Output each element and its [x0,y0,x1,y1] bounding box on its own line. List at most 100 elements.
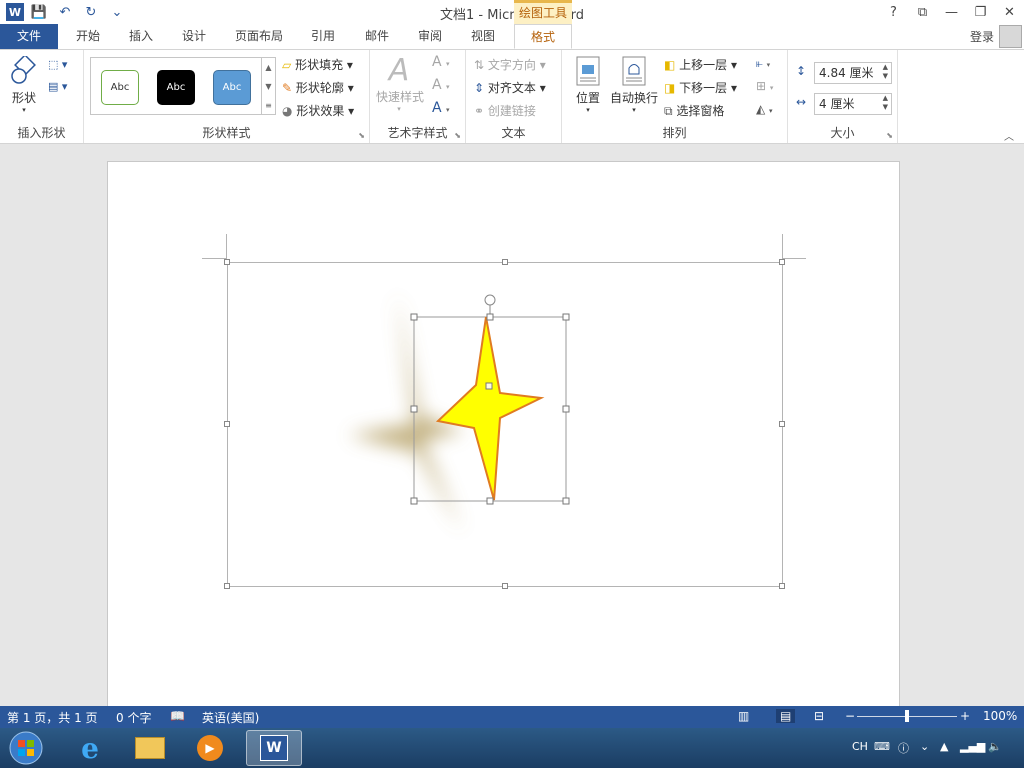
network-icon[interactable]: ▂▄▆ [960,740,985,753]
shape-handle[interactable] [410,313,418,321]
shape-width-input[interactable]: 4 厘米 ▲ ▼ [814,93,892,115]
zoom-level[interactable]: 100% [983,709,1017,723]
position-label: 位置 [575,91,600,105]
page-count[interactable]: 第 1 页，共 1 页 [7,709,98,726]
group-size: ↕ 4.84 厘米 ▲ ▼ ↔ 4 厘米 ▲ ▼ 大小 ⬊ [788,50,898,143]
tab-view[interactable]: 视图 [458,24,508,49]
zoom-out-icon[interactable]: − [845,709,855,723]
dialog-launcher-icon[interactable]: ⬊ [358,131,365,140]
show-hidden-icons-icon[interactable]: ▲ [940,740,948,753]
size-launcher-icon[interactable]: ⬊ [886,131,893,140]
wordart-launcher-icon[interactable]: ⬊ [454,131,461,140]
height-spinner-icon[interactable]: ▲ ▼ [883,63,888,81]
shape-height-icon: ↕ [796,64,807,78]
ribbon-display-options-button[interactable]: ⧉ [908,0,937,24]
style-black[interactable]: Abc [157,70,195,105]
adjustment-handle[interactable] [485,382,493,390]
tab-mailings[interactable]: 邮件 [352,24,402,49]
web-layout-icon[interactable]: ⊟ [814,709,824,723]
ime-indicator[interactable]: CH [852,740,868,753]
avatar[interactable] [999,25,1022,48]
tab-home[interactable]: 开始 [62,24,114,49]
create-link-button[interactable]: ⚭ 创建链接 [474,102,536,119]
align-icon[interactable]: ⫦ ▾ [756,56,770,71]
shape-height-value: 4.84 厘米 [819,66,874,80]
shape-handle[interactable] [562,313,570,321]
shape-handle[interactable] [486,313,494,321]
bring-forward-label: 上移一层 [679,58,728,72]
position-button[interactable]: 位置 ▾ [570,56,606,114]
ime-options-icon[interactable]: ⌄ [920,740,929,753]
zoom-in-icon[interactable]: + [960,709,970,723]
link-icon: ⚭ [474,104,485,118]
gallery-more-icon[interactable]: ≡ [261,96,275,115]
media-player-icon[interactable]: ▶ [182,730,238,766]
shape-effects-button[interactable]: ◕ 形状效果 ▾ [282,102,354,119]
print-layout-icon[interactable]: ▤ [776,709,796,723]
keyboard-icon[interactable]: ⌨ [874,740,890,753]
width-spinner-icon[interactable]: ▲ ▼ [883,94,888,112]
style-white-green-outline[interactable]: Abc [101,70,139,105]
text-fill-icon[interactable]: A ▾ [432,54,450,70]
tab-file[interactable]: 文件 [0,24,58,49]
read-mode-icon[interactable]: ▥ [738,709,749,723]
zoom-slider[interactable] [857,710,957,722]
shape-height-input[interactable]: 4.84 厘米 ▲ ▼ [814,62,892,84]
send-backward-button[interactable]: ◨ 下移一层 ▾ [664,79,737,96]
shapes-button[interactable]: 形状 ▾ [6,54,42,114]
text-outline-icon[interactable]: A ▾ [432,77,450,93]
text-effects-icon[interactable]: A ▾ [432,100,450,116]
tab-review[interactable]: 审阅 [405,24,455,49]
shape-styles-gallery: Abc Abc Abc ▲ ▼ ≡ [90,57,276,115]
volume-icon[interactable]: 🔈 [988,740,1002,753]
shape-handle[interactable] [562,405,570,413]
close-button[interactable]: ✕ [995,0,1024,24]
insert-shapes-group-label: 插入形状 [17,126,66,140]
wordart-group-label: 艺术字样式 [387,126,448,140]
login-link[interactable]: 登录 [970,28,994,45]
internet-explorer-icon[interactable]: e [62,730,118,766]
four-point-star-shape[interactable] [435,316,545,501]
window-title: 文档1 - Microsoft Word [440,8,584,23]
shape-fill-button[interactable]: ▱ 形状填充 ▾ [282,56,353,73]
help-button[interactable]: ? [879,0,908,24]
word-count[interactable]: 0 个字 [116,709,151,726]
selection-pane-button[interactable]: ⧉ 选择窗格 [664,102,724,119]
file-explorer-icon[interactable] [122,730,178,766]
gallery-up-icon[interactable]: ▲ [261,58,275,77]
tab-format[interactable]: 格式 [514,24,572,49]
document-page[interactable] [107,161,900,706]
shape-outline-button[interactable]: ✎ 形状轮廓 ▾ [282,79,354,96]
edit-shape-icon[interactable]: ⬚ ▾ [48,58,67,71]
tab-design[interactable]: 设计 [168,24,220,49]
rotate-icon[interactable]: ◭ ▾ [756,102,773,116]
text-box-icon[interactable]: ▤ ▾ [48,80,67,93]
quick-styles-button[interactable]: A 快速样式 ▾ [376,54,424,114]
rotate-handle-icon[interactable] [484,294,496,306]
zoom-slider-thumb[interactable] [905,710,909,722]
proofing-icon[interactable]: 📖 [170,709,185,723]
wrap-text-button[interactable]: 自动换行 ▾ [610,56,658,114]
tab-insert[interactable]: 插入 [116,24,166,49]
style-blue[interactable]: Abc [213,70,251,105]
language-indicator[interactable]: 英语(美国) [202,709,259,726]
shape-handle[interactable] [486,497,494,505]
shape-handle[interactable] [410,405,418,413]
group-objects-icon[interactable]: ⊞ ▾ [756,79,773,93]
group-wordart-styles: A 快速样式 ▾ A ▾ A ▾ A ▾ 艺术字样式 ⬊ [370,50,466,143]
help-tray-icon[interactable]: ⓘ [898,740,909,756]
restore-button[interactable]: ❐ [966,0,995,24]
align-text-button[interactable]: ⇕ 对齐文本 ▾ [474,79,546,96]
gallery-down-icon[interactable]: ▼ [261,77,275,96]
text-direction-button[interactable]: ⇅ 文字方向 ▾ [474,56,546,73]
tab-page-layout[interactable]: 页面布局 [224,24,294,49]
minimize-button[interactable]: — [937,0,966,24]
shape-handle[interactable] [410,497,418,505]
word-taskbar-icon[interactable]: W [246,730,302,766]
tab-references[interactable]: 引用 [298,24,348,49]
collapse-ribbon-icon[interactable]: ︿ [1004,128,1014,143]
shape-handle[interactable] [562,497,570,505]
bring-forward-button[interactable]: ◧ 上移一层 ▾ [664,56,737,73]
start-button[interactable] [0,730,52,766]
drawing-canvas[interactable] [224,259,785,589]
